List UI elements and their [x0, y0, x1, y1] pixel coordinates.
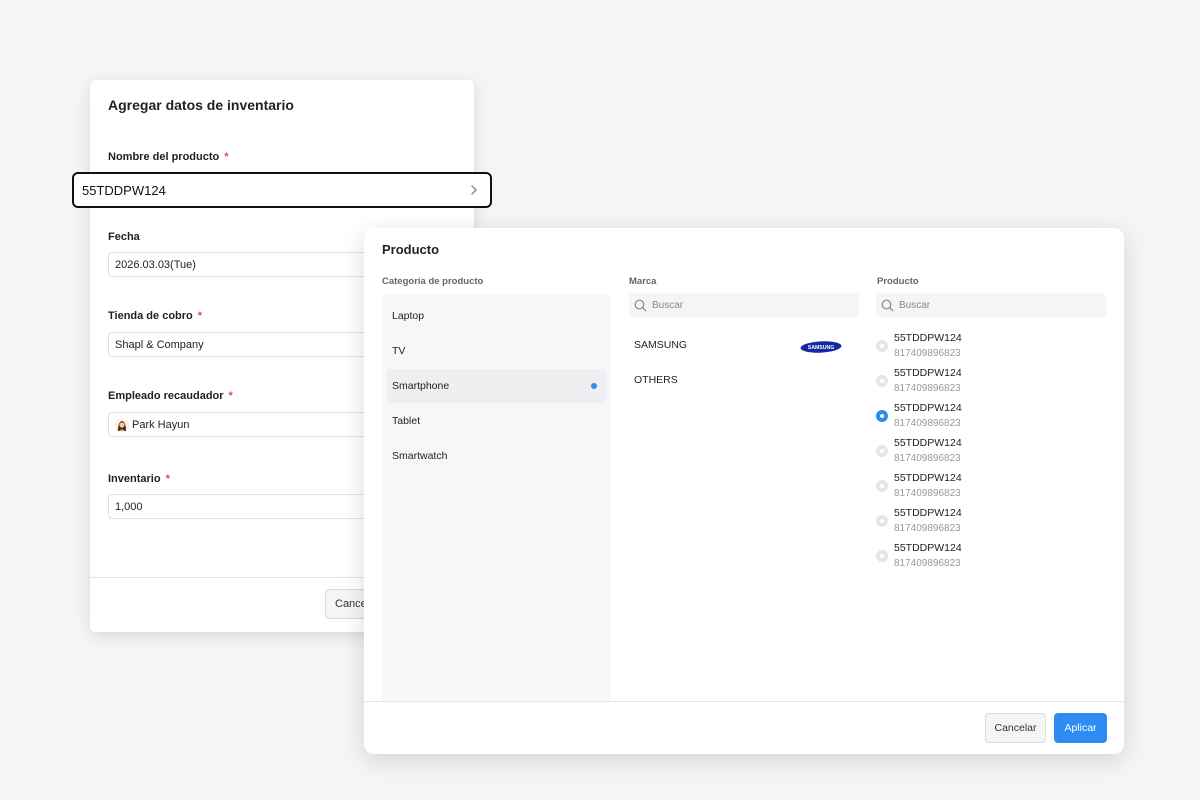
- product-column-header: Producto: [877, 276, 919, 287]
- category-label: Smartphone: [392, 380, 450, 392]
- product-option-name: 55TDDPW124: [894, 507, 962, 519]
- footer-divider: [364, 701, 1124, 702]
- category-item-tablet[interactable]: Tablet: [387, 404, 606, 438]
- brand-item-others[interactable]: OTHERS: [629, 365, 844, 395]
- product-search-input[interactable]: Buscar: [876, 293, 1106, 317]
- brand-item-samsung[interactable]: SAMSUNG SAMSUNG: [629, 330, 844, 360]
- brand-column-header: Marca: [629, 276, 657, 287]
- category-item-smartphone[interactable]: Smartphone: [387, 369, 606, 403]
- selected-dot-icon: [591, 383, 597, 389]
- radio-icon[interactable]: [876, 550, 888, 562]
- product-option-code: 817409896823: [894, 488, 961, 499]
- radio-icon[interactable]: [876, 340, 888, 352]
- modal-title: Agregar datos de inventario: [108, 97, 294, 113]
- category-list: Laptop TV Smartphone Tablet Smartwatch: [382, 294, 611, 702]
- brand-search-input[interactable]: Buscar: [629, 293, 859, 317]
- category-item-smartwatch[interactable]: Smartwatch: [387, 439, 606, 473]
- product-option[interactable]: 55TDDPW124 817409896823: [876, 432, 1076, 466]
- required-mark: *: [224, 151, 229, 163]
- product-option-code: 817409896823: [894, 348, 961, 359]
- product-option-selected[interactable]: 55TDDPW124 817409896823: [876, 397, 1076, 431]
- product-option-code: 817409896823: [894, 453, 961, 464]
- search-placeholder: Buscar: [652, 299, 684, 311]
- product-option-code: 817409896823: [894, 383, 961, 394]
- employee-label: Empleado recaudador *: [108, 390, 233, 402]
- category-item-laptop[interactable]: Laptop: [387, 299, 606, 333]
- product-picker-modal: Producto Categoría de producto Marca Pro…: [364, 228, 1124, 754]
- cancel-button[interactable]: Cancelar: [985, 713, 1046, 743]
- radio-icon[interactable]: [876, 480, 888, 492]
- product-name-value: 55TDDPW124: [82, 182, 166, 198]
- product-option-name: 55TDDPW124: [894, 472, 962, 484]
- date-label: Fecha: [108, 231, 140, 243]
- modal-title: Producto: [382, 242, 440, 257]
- product-option-name: 55TDDPW124: [894, 402, 962, 414]
- product-option[interactable]: 55TDDPW124 817409896823: [876, 327, 1076, 361]
- product-option-code: 817409896823: [894, 558, 961, 569]
- inventory-label: Inventario *: [108, 473, 170, 485]
- store-value: Shapl & Company: [115, 338, 204, 351]
- svg-text:SAMSUNG: SAMSUNG: [808, 345, 835, 351]
- category-column-header: Categoría de producto: [382, 276, 484, 287]
- product-option[interactable]: 55TDDPW124 817409896823: [876, 502, 1076, 536]
- product-option-name: 55TDDPW124: [894, 437, 962, 449]
- search-placeholder: Buscar: [899, 299, 931, 311]
- product-option-code: 817409896823: [894, 523, 961, 534]
- product-option-code: 817409896823: [894, 418, 961, 429]
- date-value: 2026.03.03(Tue): [115, 258, 196, 271]
- product-option-name: 55TDDPW124: [894, 542, 962, 554]
- product-name-label: Nombre del producto *: [108, 151, 229, 163]
- required-mark: *: [165, 473, 170, 485]
- product-option[interactable]: 55TDDPW124 817409896823: [876, 537, 1076, 571]
- search-icon: [881, 299, 894, 311]
- radio-icon[interactable]: [876, 375, 888, 387]
- product-name-select[interactable]: 55TDDPW124: [72, 172, 492, 208]
- avatar: [115, 417, 129, 432]
- search-icon: [634, 299, 647, 311]
- brand-label: SAMSUNG: [634, 339, 688, 351]
- store-label: Tienda de cobro *: [108, 310, 203, 322]
- samsung-logo: SAMSUNG: [800, 341, 842, 353]
- radio-icon[interactable]: [876, 445, 888, 457]
- required-mark: *: [197, 310, 203, 322]
- apply-button[interactable]: Aplicar: [1054, 713, 1107, 743]
- employee-value: Park Hayun: [132, 418, 190, 431]
- product-option-name: 55TDDPW124: [894, 367, 962, 379]
- inventory-value: 1,000: [115, 500, 143, 513]
- radio-icon[interactable]: [876, 515, 888, 527]
- radio-checked-icon[interactable]: [876, 410, 888, 422]
- chevron-right-icon: [471, 185, 477, 195]
- product-option[interactable]: 55TDDPW124 817409896823: [876, 467, 1076, 501]
- product-option[interactable]: 55TDDPW124 817409896823: [876, 362, 1076, 396]
- product-option-name: 55TDDPW124: [894, 332, 962, 344]
- category-item-tv[interactable]: TV: [387, 334, 606, 368]
- required-mark: *: [228, 390, 233, 402]
